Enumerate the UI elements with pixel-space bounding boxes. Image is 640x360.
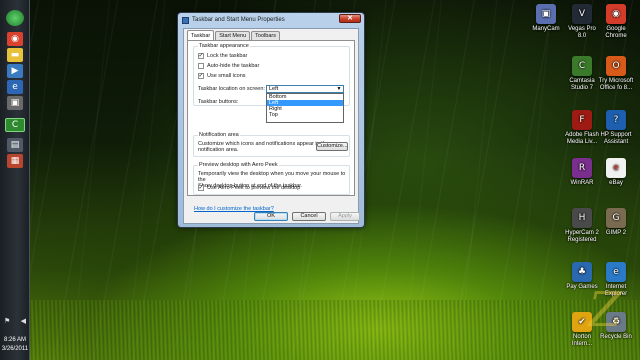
autohide-row[interactable]: Auto-hide the taskbar — [198, 63, 259, 69]
hypercam-icon: H — [572, 208, 592, 228]
tab-page-taskbar: Taskbar appearance ✓ Lock the taskbar Au… — [187, 40, 355, 196]
desktop-icon-label: WinRAR — [570, 180, 594, 186]
desktop-icon-label: ManyCam — [532, 26, 560, 32]
games-icon: ♣ — [572, 262, 592, 282]
location-option-top[interactable]: Top — [267, 112, 343, 118]
apply-button[interactable]: Apply — [330, 212, 360, 221]
system-tray: ⚑ ◀ — [4, 317, 26, 327]
taskbar-clock[interactable]: 8:26 AM 3/26/2011 — [0, 336, 30, 354]
group-title-aero-peek: Preview desktop with Aero Peek — [198, 162, 279, 169]
aero-peek-description-line1: Temporarily view the desktop when you mo… — [198, 171, 346, 183]
notification-description-line2: notification area. — [198, 147, 239, 153]
ie-taskbar-icon[interactable]: e — [7, 80, 23, 94]
desktop-icon[interactable]: ◉ Google Chrome — [598, 4, 634, 40]
close-button[interactable]: ✕ — [339, 14, 361, 23]
desktop-icon-label: eBay — [609, 180, 623, 186]
notification-description: Customize which icons and notifications … — [198, 141, 329, 153]
media-taskbar-icon[interactable]: ▶ — [7, 64, 23, 78]
dialog-app-icon — [182, 16, 189, 24]
desktop-icon-label: Try Microsoft Office fo 8... — [598, 78, 634, 91]
small-icons-row[interactable]: ✓ Use small icons — [198, 73, 246, 79]
aero-peek-checkbox[interactable]: ✓ — [198, 185, 204, 191]
camtasia-icon: C — [572, 56, 592, 76]
desktop-icon-label: GIMP 2 — [605, 230, 627, 236]
taskbar: ◉ ▬ ▶ e ▣ C ▤ ▦ ⚑ ◀ 8:26 AM 3/26/2011 — [0, 0, 30, 360]
desktop-icon-label: HyperCam 2 Registered — [565, 230, 599, 243]
desktop-icon[interactable]: V Vegas Pro 8.0 — [564, 4, 600, 40]
tab-toolbars[interactable]: Toolbars — [251, 31, 280, 40]
aero-peek-label: Use Aero Peek to preview the desktop — [207, 185, 301, 191]
lock-taskbar-label: Lock the taskbar — [207, 53, 248, 59]
desktop-icon-label: Adobe Flash Media Liv... — [565, 132, 599, 145]
app-taskbar-icon[interactable]: ▣ — [7, 96, 23, 110]
lock-taskbar-checkbox[interactable]: ✓ — [198, 53, 204, 59]
flag-icon[interactable]: ⚑ — [4, 317, 10, 327]
autohide-label: Auto-hide the taskbar — [207, 63, 260, 69]
flash-taskbar-icon[interactable]: ▦ — [7, 154, 23, 168]
folder-taskbar-icon[interactable]: ▬ — [7, 48, 23, 62]
desktop-icon[interactable]: C Camtasia Studio 7 — [564, 56, 600, 92]
ie-icon: e — [606, 262, 626, 282]
tab-taskbar[interactable]: Taskbar — [187, 30, 215, 40]
desktop-icon-label: Camtasia Studio 7 — [569, 78, 595, 91]
customize-button[interactable]: Customize... — [316, 142, 348, 151]
lock-taskbar-row[interactable]: ✓ Lock the taskbar — [198, 53, 247, 59]
small-icons-checkbox[interactable]: ✓ — [198, 73, 204, 79]
group-title-appearance: Taskbar appearance — [198, 43, 250, 50]
winrar-icon: R — [572, 158, 592, 178]
desktop-icon[interactable]: e eBay — [598, 158, 634, 187]
autohide-checkbox[interactable] — [198, 63, 204, 69]
taskbar-properties-dialog: Taskbar and Start Menu Properties ✕ Task… — [177, 12, 365, 228]
hp-icon: ? — [606, 110, 626, 130]
group-title-notification: Notification area — [198, 132, 240, 139]
volume-icon[interactable]: ◀ — [21, 317, 26, 327]
desktop-icon[interactable]: ▣ ManyCam — [528, 4, 564, 33]
desktop-icon[interactable]: G GIMP 2 — [598, 208, 634, 237]
manycam-icon: ▣ — [536, 4, 556, 24]
vegas-icon: V — [572, 4, 592, 24]
desktop-icon-label: Google Chrome — [605, 26, 627, 39]
chrome-taskbar-icon[interactable]: ◉ — [7, 32, 23, 46]
desktop-icon[interactable]: F Adobe Flash Media Liv... — [564, 110, 600, 146]
location-label: Taskbar location on screen: — [198, 86, 265, 92]
dialog-titlebar[interactable]: Taskbar and Start Menu Properties — [178, 13, 364, 27]
flash-icon: F — [572, 110, 592, 130]
desktop-icon[interactable]: R WinRAR — [564, 158, 600, 187]
ebay-icon: e — [606, 158, 626, 178]
chrome-icon: ◉ — [606, 4, 626, 24]
location-select[interactable]: Left ▼ — [266, 85, 344, 93]
watermark-logo: Z — [588, 282, 622, 338]
buttons-label: Taskbar buttons: — [198, 99, 239, 105]
dialog-client-area: Taskbar Start Menu Toolbars Taskbar appe… — [183, 28, 359, 224]
desktop-icon-label: Vegas Pro 8.0 — [568, 26, 596, 39]
start-button[interactable] — [6, 10, 24, 26]
desktop-icon[interactable]: ? HP Support Assistant — [598, 110, 634, 146]
desktop-icon[interactable]: O Try Microsoft Office fo 8... — [598, 56, 634, 92]
ok-button[interactable]: OK — [254, 212, 288, 221]
camtasia-taskbar-icon[interactable]: C — [5, 118, 25, 132]
location-dropdown-list: Bottom Left Right Top — [266, 93, 344, 123]
small-icons-label: Use small icons — [207, 73, 246, 79]
office-icon: O — [606, 56, 626, 76]
desktop-icon-label: HP Support Assistant — [600, 132, 632, 145]
location-select-value: Left — [269, 86, 279, 92]
dialog-title: Taskbar and Start Menu Properties — [192, 17, 285, 23]
cancel-button[interactable]: Cancel — [292, 212, 326, 221]
wallpaper-grass — [0, 300, 640, 360]
gimp-icon: G — [606, 208, 626, 228]
tab-start-menu[interactable]: Start Menu — [215, 31, 251, 40]
clock-date: 3/26/2011 — [1, 346, 29, 352]
desktop-icon[interactable]: H HyperCam 2 Registered — [564, 208, 600, 244]
chevron-down-icon: ▼ — [336, 86, 342, 92]
properties-taskbar-icon[interactable]: ▤ — [7, 138, 23, 152]
aero-peek-row[interactable]: ✓ Use Aero Peek to preview the desktop — [198, 185, 300, 191]
clock-time: 8:26 AM — [3, 337, 26, 343]
